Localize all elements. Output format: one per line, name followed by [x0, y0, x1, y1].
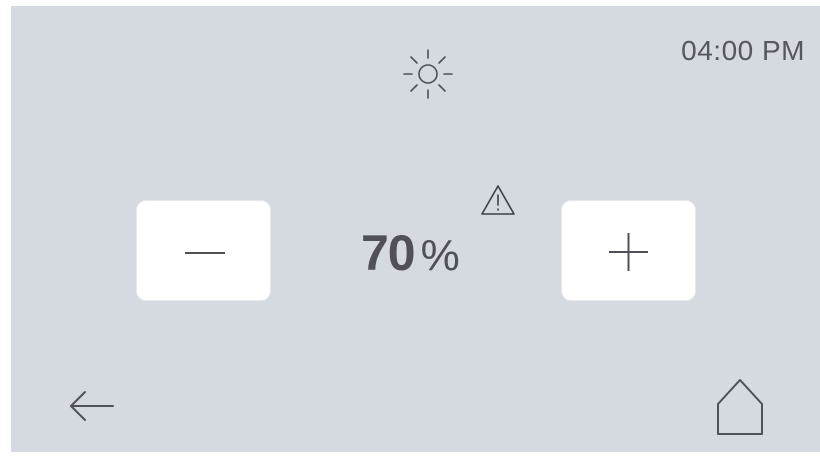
sun-icon [403, 49, 453, 99]
home-icon[interactable] [715, 376, 765, 436]
back-arrow-icon[interactable] [67, 386, 117, 426]
brightness-screen: 04:00 PM 70 % [11, 6, 820, 452]
value-unit: % [420, 231, 460, 280]
brightness-value: 70 % [361, 224, 460, 284]
plus-icon [609, 233, 648, 271]
warning-icon [481, 185, 515, 215]
minus-icon [185, 252, 225, 254]
clock: 04:00 PM [681, 35, 805, 66]
increase-button[interactable] [561, 200, 696, 301]
value-number: 70 [361, 225, 416, 281]
decrease-button[interactable] [136, 200, 271, 301]
